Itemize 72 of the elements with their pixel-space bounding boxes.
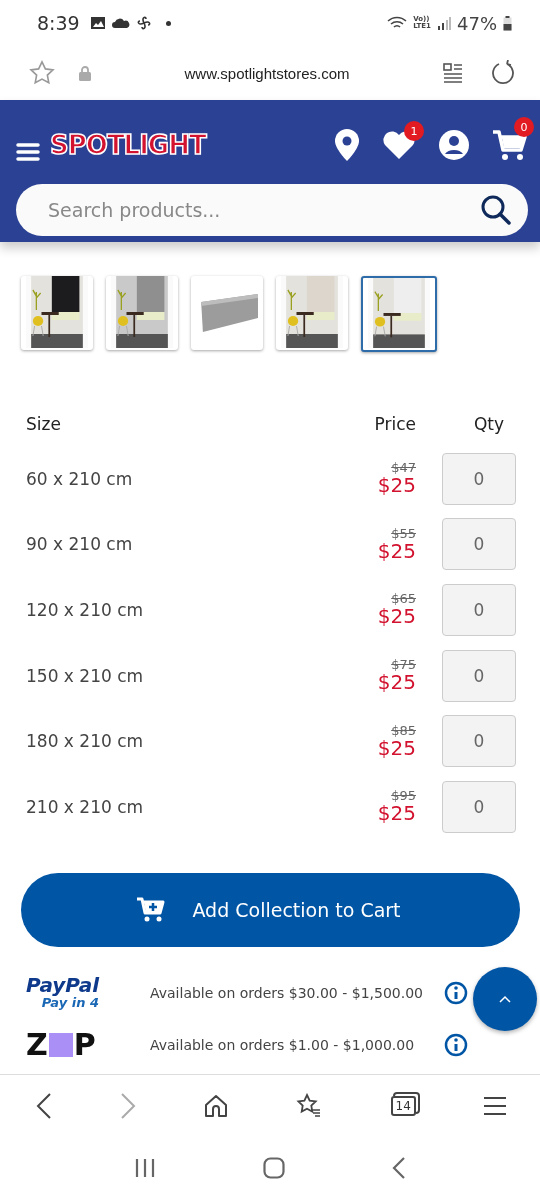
cart-icon[interactable] xyxy=(492,129,528,161)
info-icon[interactable] xyxy=(444,1032,468,1057)
bookmark-star-icon[interactable] xyxy=(28,59,56,87)
original-price: $85 xyxy=(391,723,416,737)
wifi-icon xyxy=(387,16,408,30)
info-icon[interactable] xyxy=(444,980,468,1005)
size-label: 120 x 210 cm xyxy=(26,600,145,620)
size-label: 150 x 210 cm xyxy=(26,665,145,686)
colour-swatch[interactable] xyxy=(21,276,93,350)
reload-icon[interactable] xyxy=(490,60,516,86)
back-icon[interactable] xyxy=(392,1157,407,1180)
colour-swatch[interactable] xyxy=(276,276,348,350)
wishlist-badge: 1 xyxy=(404,121,424,141)
add-to-cart-button[interactable]: Add Collection to Cart xyxy=(21,872,520,947)
size-label: 60 x 210 cm xyxy=(26,468,134,489)
colour-swatch[interactable] xyxy=(106,276,178,350)
quantity-input[interactable]: 0 xyxy=(442,518,516,571)
size-label: 180 x 210 cm xyxy=(26,731,145,752)
quantity-input[interactable]: 0 xyxy=(442,649,516,702)
column-header: Size xyxy=(26,414,62,434)
status-time: 8:39 xyxy=(37,12,80,34)
zip-logo: Z P xyxy=(26,1029,96,1060)
back-icon[interactable] xyxy=(36,1092,52,1119)
original-price: $47 xyxy=(391,461,416,475)
cloud-icon xyxy=(111,17,130,29)
fan-icon xyxy=(135,15,152,31)
size-label: 210 x 210 cm xyxy=(26,796,145,817)
colour-swatch[interactable] xyxy=(361,276,437,352)
search-input[interactable]: Search products... xyxy=(46,198,480,222)
column-header: Qty xyxy=(472,414,504,434)
original-price: $65 xyxy=(391,592,416,606)
bookmarks-icon[interactable] xyxy=(296,1092,323,1119)
original-price: $55 xyxy=(391,526,416,540)
sale-price: $25 xyxy=(377,605,416,628)
original-price: $95 xyxy=(391,789,416,803)
lock-icon xyxy=(78,65,92,81)
quantity-input[interactable]: 0 xyxy=(442,780,516,833)
search-icon[interactable] xyxy=(480,194,512,226)
column-header: Price xyxy=(373,414,416,434)
sale-price: $25 xyxy=(377,671,416,694)
reader-mode-icon[interactable] xyxy=(442,62,464,84)
colour-swatch[interactable] xyxy=(191,276,263,350)
scroll-to-top-button[interactable] xyxy=(473,966,537,1031)
menu-icon[interactable] xyxy=(16,141,40,163)
payment-info: Available on orders $1.00 - $1,000.00 xyxy=(150,1036,416,1053)
cart-plus-icon xyxy=(136,896,167,923)
home-button-icon[interactable] xyxy=(263,1157,285,1180)
cart-badge: 0 xyxy=(514,117,534,137)
chevron-up-icon xyxy=(499,994,511,1003)
home-icon[interactable] xyxy=(204,1093,229,1118)
quantity-input[interactable]: 0 xyxy=(442,452,516,505)
payment-info: Available on orders $30.00 - $1,500.00 xyxy=(150,984,424,1001)
recent-apps-icon[interactable] xyxy=(133,1158,156,1179)
original-price: $75 xyxy=(391,658,416,672)
url-text[interactable]: www.spotlightstores.com xyxy=(92,64,442,82)
signal-icon xyxy=(437,16,451,30)
account-icon[interactable] xyxy=(438,129,470,161)
menu-icon[interactable] xyxy=(484,1095,506,1116)
dot-icon xyxy=(165,20,171,26)
battery-icon xyxy=(503,15,512,31)
quantity-input[interactable]: 0 xyxy=(442,584,516,636)
battery-level: 47% xyxy=(457,12,497,34)
sale-price: $25 xyxy=(377,802,416,825)
image-icon xyxy=(89,16,106,30)
paypal-logo: PayPal Pay in 4 xyxy=(26,975,100,1011)
sale-price: $25 xyxy=(377,736,416,759)
size-label: 90 x 210 cm xyxy=(26,534,134,555)
quantity-input[interactable]: 0 xyxy=(442,715,516,768)
sale-price: $25 xyxy=(377,539,416,562)
sale-price: $25 xyxy=(377,474,416,497)
search-field[interactable]: Search products... xyxy=(16,184,528,236)
location-pin-icon[interactable] xyxy=(334,128,360,162)
